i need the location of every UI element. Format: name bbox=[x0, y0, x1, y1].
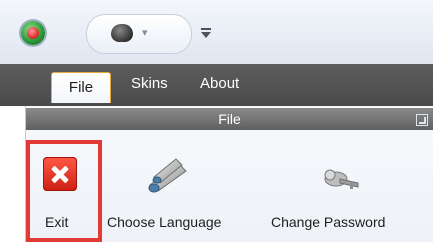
dialog-launcher-icon[interactable] bbox=[416, 114, 428, 126]
app-orb-center-icon bbox=[27, 27, 39, 39]
key-icon[interactable] bbox=[318, 163, 362, 193]
quick-access-toolbar bbox=[86, 14, 192, 54]
chevron-down-icon[interactable]: ▾ bbox=[142, 26, 148, 39]
customize-toolbar-icon[interactable] bbox=[198, 22, 214, 42]
tab-about[interactable]: About bbox=[200, 75, 239, 92]
exit-button-label: Exit bbox=[45, 214, 69, 230]
title-bar bbox=[0, 0, 433, 65]
exit-icon bbox=[43, 157, 77, 191]
tab-skins[interactable]: Skins bbox=[131, 75, 168, 92]
change-password-label: Change Password bbox=[271, 214, 386, 230]
quick-access-icon[interactable] bbox=[111, 24, 133, 42]
choose-language-label: Choose Language bbox=[107, 214, 222, 230]
language-icon[interactable] bbox=[146, 155, 190, 195]
ribbon-group-title: File bbox=[26, 108, 433, 130]
tab-file[interactable]: File bbox=[51, 72, 111, 103]
